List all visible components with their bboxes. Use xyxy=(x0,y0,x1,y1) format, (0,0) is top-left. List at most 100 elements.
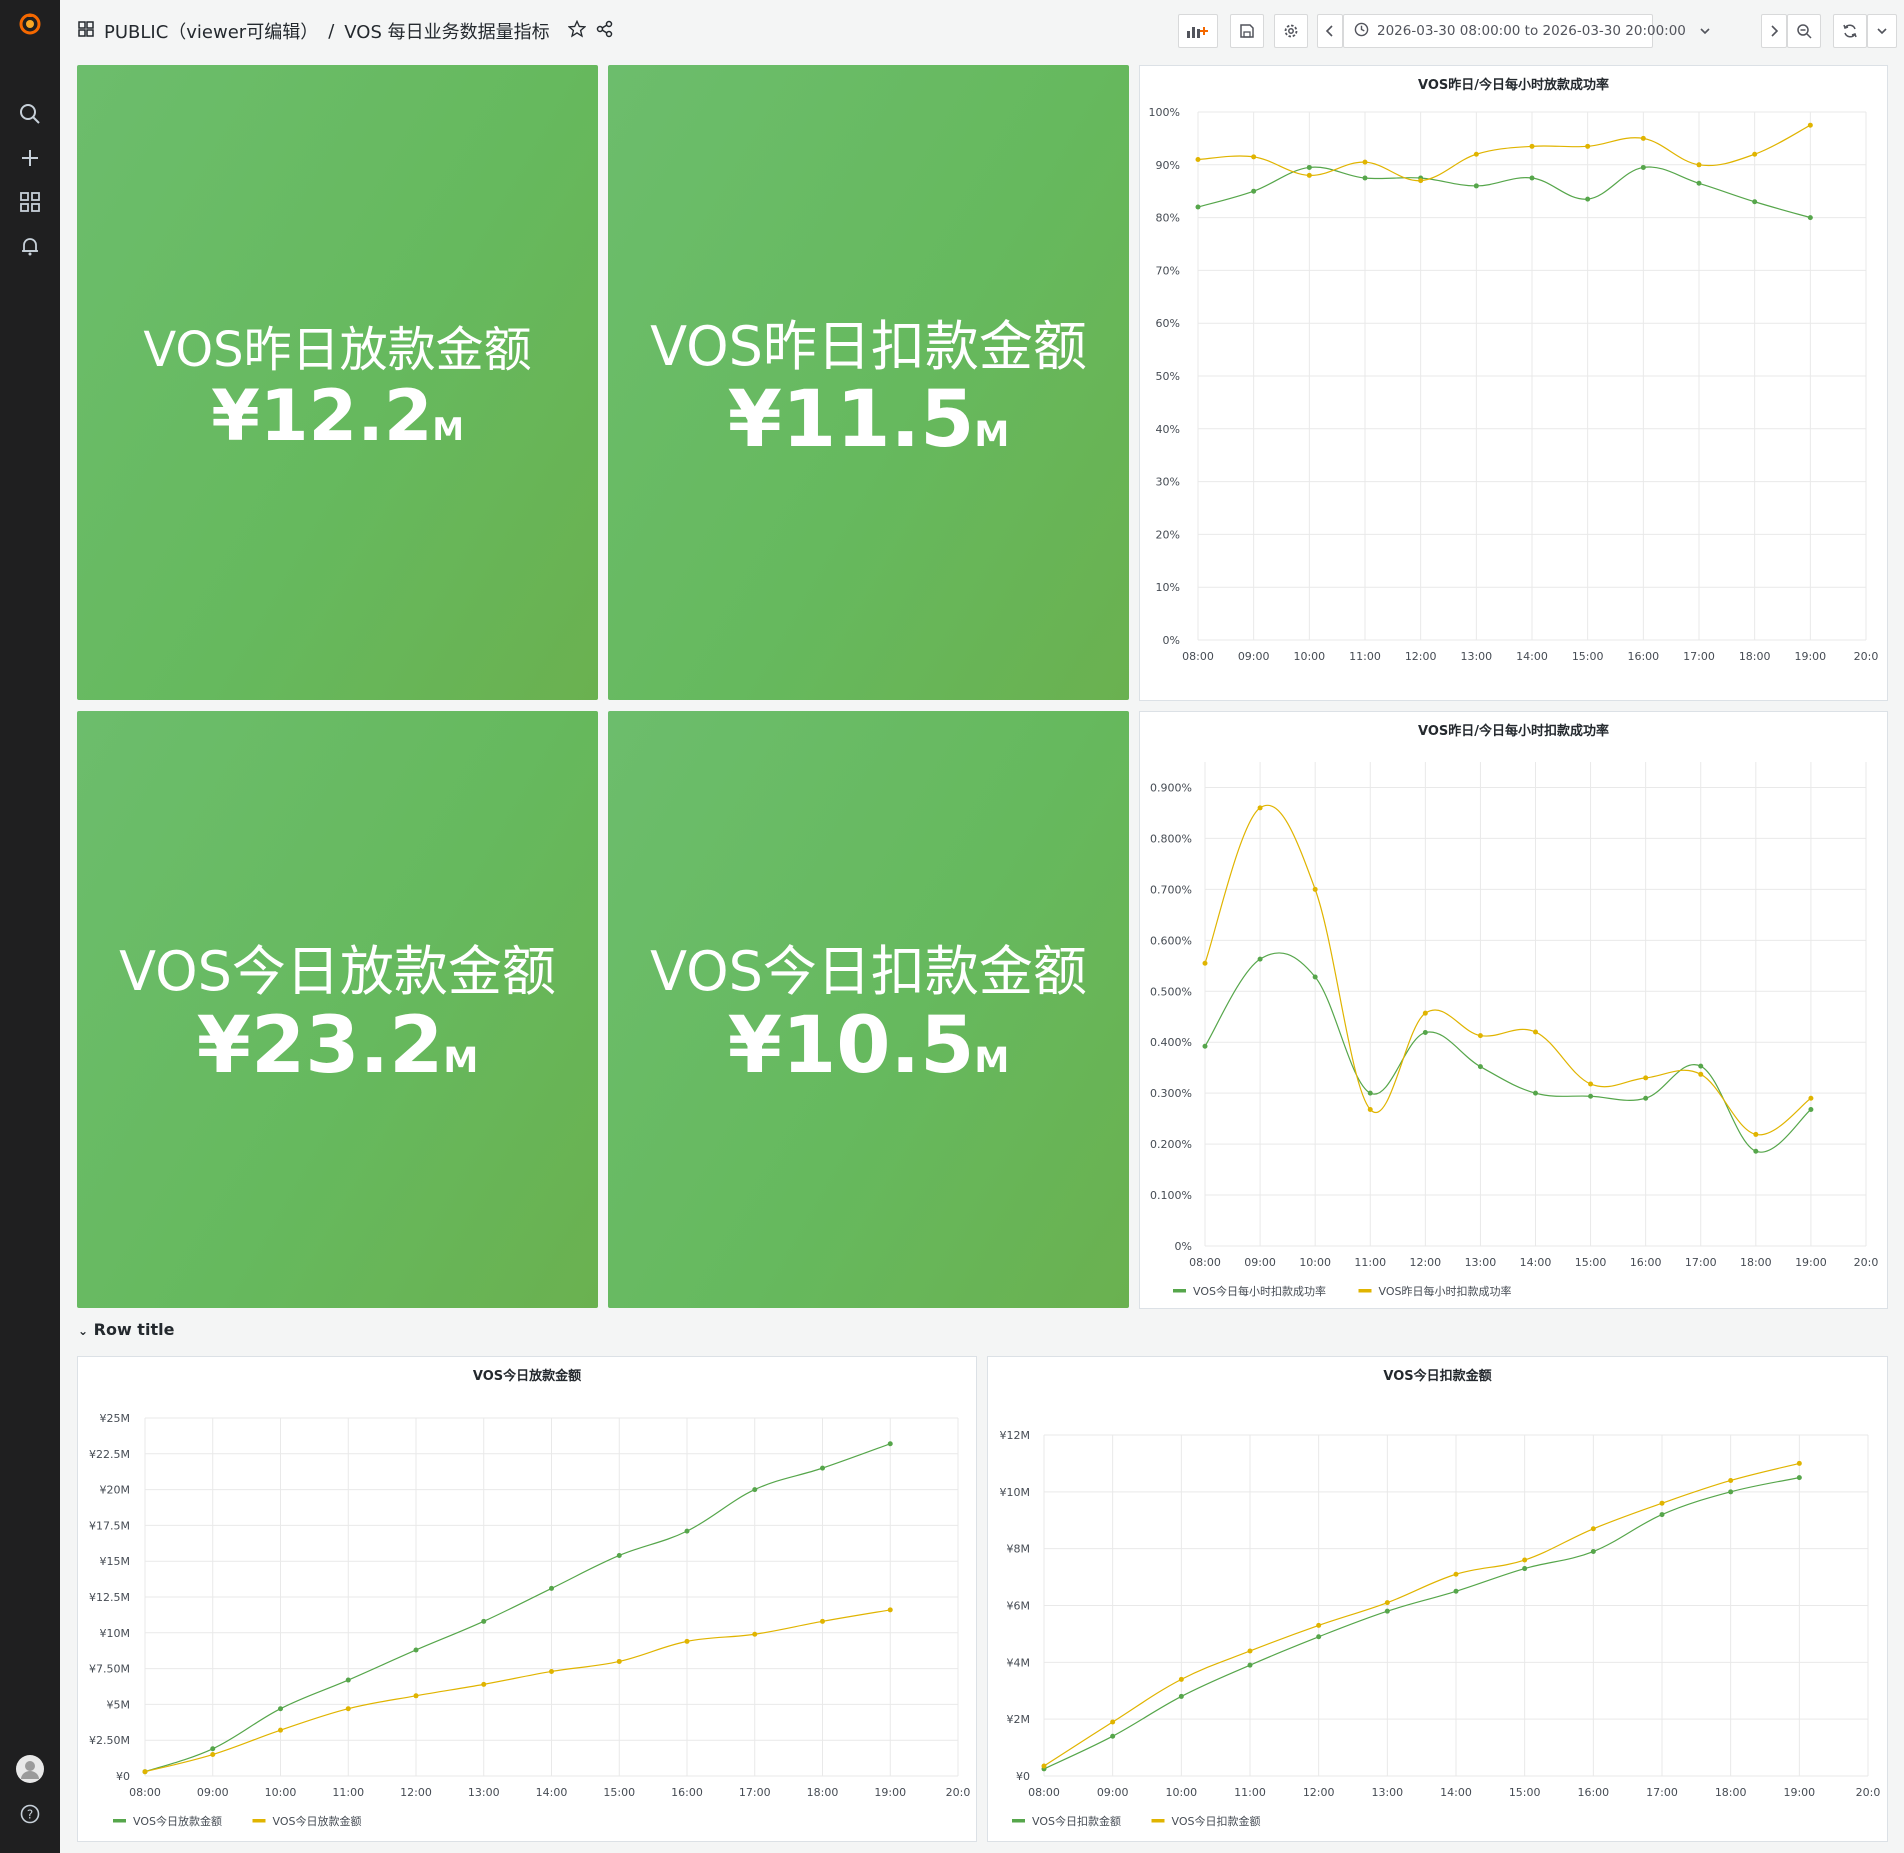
x-tick-label: 09:00 xyxy=(1244,1256,1276,1269)
data-point xyxy=(1643,1075,1649,1081)
data-point xyxy=(820,1618,825,1624)
stat-panel-yesterday-debit[interactable]: VOS昨日扣款金额 ¥11.5M xyxy=(608,65,1129,700)
x-tick-label: 14:00 xyxy=(536,1786,568,1799)
series-0 xyxy=(142,1441,893,1775)
y-tick-label: ¥17.5M xyxy=(89,1519,130,1532)
data-point xyxy=(1453,1588,1459,1594)
chart-panel-debit-success-rate[interactable]: VOS昨日/今日每小时扣款成功率 0% 0.100% 0.200% 0.300% 0.4… xyxy=(1139,711,1888,1309)
data-point xyxy=(142,1769,148,1775)
data-point xyxy=(1590,1526,1596,1532)
y-tick-label: 80% xyxy=(1156,212,1180,225)
y-tick-label: ¥7.50M xyxy=(89,1663,130,1676)
share-icon[interactable] xyxy=(596,20,614,43)
x-tick-label: 20:0 xyxy=(946,1786,971,1799)
data-point xyxy=(1533,1090,1538,1096)
debit-success-rate-chart: 0% 0.100% 0.200% 0.300% 0.400% 0.500% 0.600% 0.… xyxy=(1150,762,1878,1298)
x-tick-label: 19:00 xyxy=(874,1786,906,1799)
data-point xyxy=(1041,1763,1047,1769)
x-tick-label: 17:00 xyxy=(1683,650,1715,663)
x-tick-label: 09:00 xyxy=(197,1786,229,1799)
stat-panel-yesterday-loan[interactable]: VOS昨日放款金额 ¥12.2M xyxy=(77,65,598,700)
dashboard-title[interactable]: VOS 每日业务数据量指标 xyxy=(344,18,549,44)
x-tick-label: 08:00 xyxy=(1028,1786,1060,1799)
refresh-button[interactable] xyxy=(1833,14,1867,48)
y-tick-label: 0% xyxy=(1163,634,1180,647)
data-point xyxy=(1808,1106,1814,1112)
save-dashboard-button[interactable] xyxy=(1230,14,1264,48)
series-1 xyxy=(1041,1460,1802,1769)
help-icon[interactable]: ? xyxy=(16,1800,44,1828)
stat-title: VOS今日放款金额 xyxy=(119,940,556,1003)
legend-label: VOS今日放款金额 xyxy=(273,1814,362,1828)
row-header[interactable]: ⌄ Row title xyxy=(78,1320,174,1339)
y-tick-label: 90% xyxy=(1156,159,1180,172)
search-icon[interactable] xyxy=(16,100,44,128)
time-range-text: 2026-03-30 08:00:00 to 2026-03-30 20:00:… xyxy=(1377,23,1686,39)
stat-title: VOS昨日放款金额 xyxy=(143,322,532,378)
data-point xyxy=(1796,1460,1802,1466)
data-point xyxy=(1808,1095,1814,1101)
data-point xyxy=(1585,196,1591,202)
x-tick-label: 08:00 xyxy=(129,1786,161,1799)
bell-icon[interactable] xyxy=(16,232,44,260)
y-tick-label: ¥20M xyxy=(100,1484,131,1497)
data-point xyxy=(1195,157,1201,163)
data-point xyxy=(1110,1719,1116,1725)
data-point xyxy=(1384,1600,1390,1606)
legend: VOS今日每小时扣款成功率 VOS昨日每小时扣款成功率 xyxy=(1173,1284,1511,1298)
avatar[interactable] xyxy=(16,1755,44,1783)
stat-panel-today-loan[interactable]: VOS今日放款金额 ¥23.2M xyxy=(77,711,598,1308)
data-point xyxy=(1477,1064,1483,1070)
x-tick-label: 16:00 xyxy=(1627,650,1659,663)
data-point xyxy=(1529,175,1535,181)
zoom-out-button[interactable] xyxy=(1787,14,1821,48)
data-point xyxy=(1796,1475,1802,1481)
add-panel-button[interactable] xyxy=(1178,14,1218,48)
time-back-button[interactable] xyxy=(1317,14,1343,48)
x-tick-label: 18:00 xyxy=(1715,1786,1747,1799)
y-tick-label: 0.300% xyxy=(1150,1087,1192,1100)
x-tick-label: 12:00 xyxy=(1409,1256,1441,1269)
star-icon[interactable] xyxy=(567,19,587,43)
legend: VOS今日放款金额 VOS今日放款金额 xyxy=(113,1814,361,1828)
series-0 xyxy=(1202,952,1814,1154)
stat-panel-today-debit[interactable]: VOS今日扣款金额 ¥10.5M xyxy=(608,711,1129,1308)
data-point xyxy=(1257,956,1263,962)
chart-panel-today-loan-amount[interactable]: VOS今日放款金额 ¥0 ¥2.50M ¥5M ¥7.50M ¥10M ¥12.5M ¥15… xyxy=(77,1356,977,1842)
refresh-interval-dropdown[interactable] xyxy=(1867,14,1897,48)
data-point xyxy=(278,1727,283,1733)
stat-value: ¥10.5M xyxy=(727,1001,1010,1091)
x-tick-label: 12:00 xyxy=(1405,650,1437,663)
time-range-picker[interactable]: 2026-03-30 08:00:00 to 2026-03-30 20:00:… xyxy=(1343,14,1710,48)
breadcrumb-folder[interactable]: PUBLIC（viewer可编辑） xyxy=(104,18,318,44)
grafana-logo-icon[interactable] xyxy=(16,10,44,38)
data-point xyxy=(1178,1676,1184,1682)
settings-button[interactable] xyxy=(1274,14,1308,48)
chart-panel-today-debit-amount[interactable]: VOS今日扣款金额 ¥0 ¥2M ¥4M ¥6M ¥8M ¥10M ¥12M 08:00 09:… xyxy=(987,1356,1888,1842)
series-line xyxy=(1197,124,1811,182)
data-point xyxy=(684,1528,690,1534)
svg-text:?: ? xyxy=(27,1808,33,1822)
x-tick-label: 20:0 xyxy=(1854,650,1879,663)
x-tick-label: 08:00 xyxy=(1182,650,1214,663)
y-tick-label: ¥15M xyxy=(100,1555,131,1568)
time-forward-button[interactable] xyxy=(1761,14,1787,48)
chart-panel-loan-success-rate[interactable]: VOS昨日/今日每小时放款成功率 0% 10% 20% 30% 40% 50% 60% 70%… xyxy=(1139,65,1888,758)
x-tick-label: 11:00 xyxy=(1354,1256,1386,1269)
y-tick-label: 20% xyxy=(1156,528,1180,541)
y-tick-label: 40% xyxy=(1156,423,1180,436)
legend-label: VOS今日每小时扣款成功率 xyxy=(1193,1284,1326,1298)
legend-swatch xyxy=(113,1819,126,1823)
today-loan-amount-chart: ¥0 ¥2.50M ¥5M ¥7.50M ¥10M ¥12.5M ¥15M ¥17.5M ¥20… xyxy=(89,1412,971,1828)
y-tick-label: 10% xyxy=(1156,581,1180,594)
y-tick-label: ¥10M xyxy=(100,1627,131,1640)
data-point xyxy=(278,1706,283,1712)
legend-label: VOS今日扣款金额 xyxy=(1032,1814,1121,1828)
row-title: Row title xyxy=(93,1320,175,1339)
data-point xyxy=(1753,1131,1759,1137)
dashboards-icon[interactable] xyxy=(16,188,44,216)
data-point xyxy=(1312,974,1318,980)
y-tick-label: ¥22.5M xyxy=(89,1448,130,1461)
plus-icon[interactable] xyxy=(16,144,44,172)
x-tick-label: 13:00 xyxy=(1465,1256,1497,1269)
